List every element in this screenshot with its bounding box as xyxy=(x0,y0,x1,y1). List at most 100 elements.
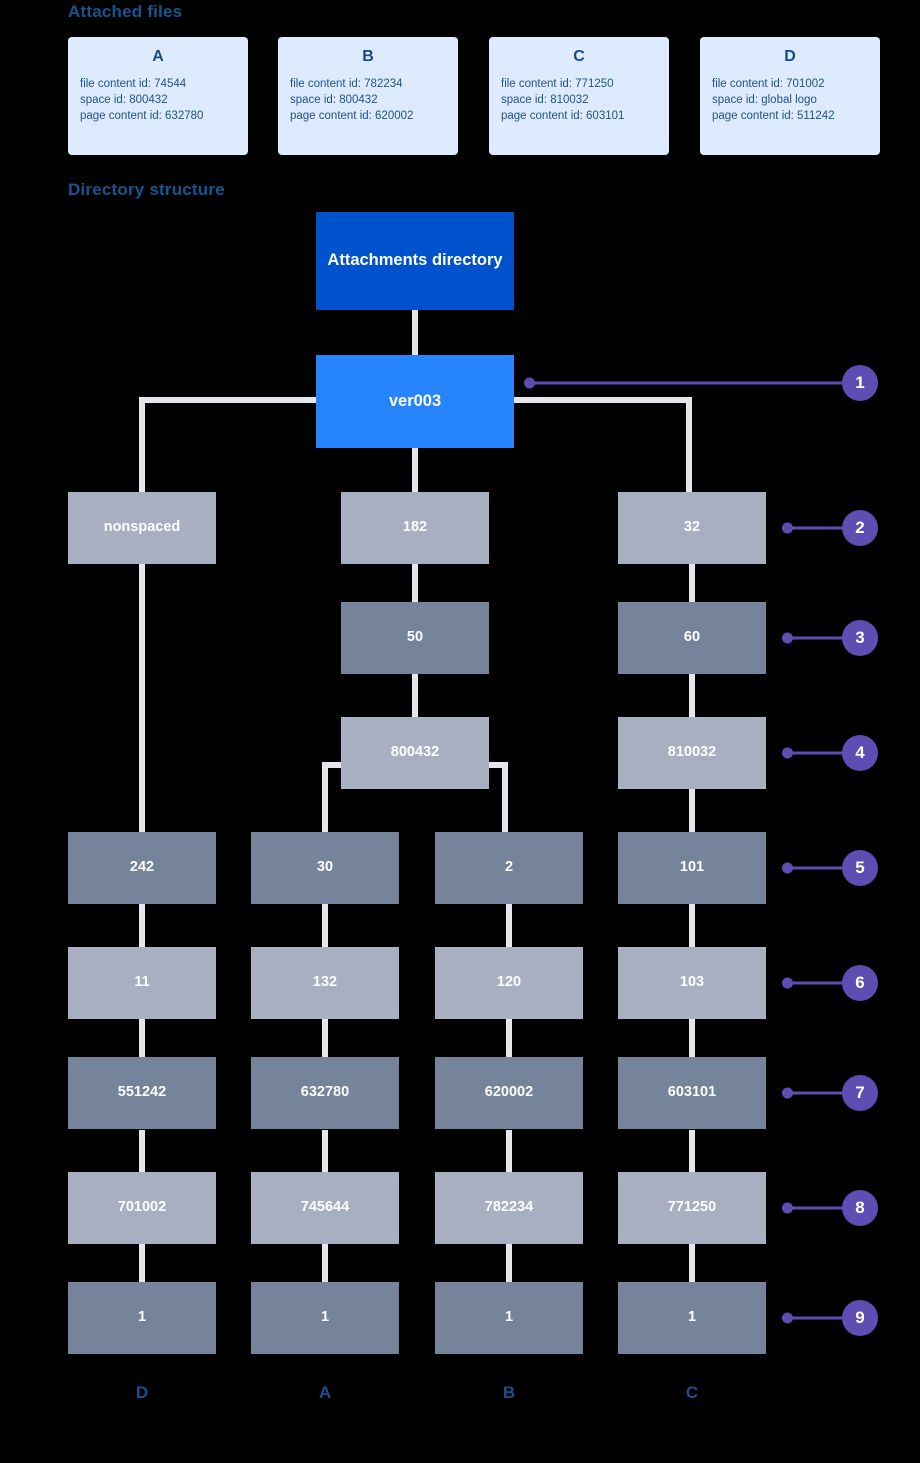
callout-line xyxy=(790,636,844,640)
callout-line xyxy=(790,1206,844,1210)
node-771250[interactable]: 771250 xyxy=(618,1172,766,1244)
node-label: nonspaced xyxy=(103,519,181,536)
node-attachments-directory[interactable]: Attachments directory xyxy=(316,212,514,310)
node-label: 103 xyxy=(679,974,705,991)
callout-badge: 2 xyxy=(842,510,878,546)
node-620002[interactable]: 620002 xyxy=(435,1057,583,1129)
node-182[interactable]: 182 xyxy=(341,492,489,564)
node-label: 1 xyxy=(687,1309,697,1326)
node-745644[interactable]: 745644 xyxy=(251,1172,399,1244)
node-label: 551242 xyxy=(117,1084,167,1101)
node-label: 32 xyxy=(683,519,701,536)
callout-4[interactable]: 4 xyxy=(782,735,878,771)
node-leaf-a[interactable]: 1 xyxy=(251,1282,399,1354)
space-id: space id: global logo xyxy=(712,94,817,106)
node-label: 11 xyxy=(134,974,150,991)
node-242[interactable]: 242 xyxy=(68,832,216,904)
column-label-a: A xyxy=(318,1383,332,1402)
file-card-letter: B xyxy=(362,48,374,65)
callout-8[interactable]: 8 xyxy=(782,1190,878,1226)
node-label: 745644 xyxy=(300,1199,350,1216)
callout-3[interactable]: 3 xyxy=(782,620,878,656)
node-label: 701002 xyxy=(117,1199,167,1216)
callout-5[interactable]: 5 xyxy=(782,850,878,886)
file-card-d: D file content id: 701002 space id: glob… xyxy=(700,37,880,155)
file-content-id: file content id: 782234 xyxy=(290,78,403,90)
node-30[interactable]: 30 xyxy=(251,832,399,904)
node-50[interactable]: 50 xyxy=(341,602,489,674)
file-card-c: C file content id: 771250 space id: 8100… xyxy=(489,37,669,155)
node-132[interactable]: 132 xyxy=(251,947,399,1019)
callout-9[interactable]: 9 xyxy=(782,1300,878,1336)
node-label: 810032 xyxy=(667,744,717,761)
callout-badge: 3 xyxy=(842,620,878,656)
attached-files-heading: Attached files xyxy=(68,2,183,21)
node-632780[interactable]: 632780 xyxy=(251,1057,399,1129)
callout-badge: 8 xyxy=(842,1190,878,1226)
node-label: 782234 xyxy=(484,1199,534,1216)
page-content-id: page content id: 511242 xyxy=(712,110,835,122)
connector-ver-center-v xyxy=(412,446,418,496)
node-label: 1 xyxy=(137,1309,147,1326)
callout-line xyxy=(790,1091,844,1095)
diagram-canvas: Attached files Directory structure A fil… xyxy=(0,0,920,1463)
node-label: 50 xyxy=(406,629,424,646)
callout-line xyxy=(790,751,844,755)
callout-2[interactable]: 2 xyxy=(782,510,878,546)
callout-badge: 4 xyxy=(842,735,878,771)
page-content-id: page content id: 632780 xyxy=(80,110,204,122)
node-32[interactable]: 32 xyxy=(618,492,766,564)
node-label: 1 xyxy=(320,1309,330,1326)
node-782234[interactable]: 782234 xyxy=(435,1172,583,1244)
node-label: 101 xyxy=(679,859,705,876)
callout-line xyxy=(790,526,844,530)
node-label: 632780 xyxy=(300,1084,350,1101)
callout-1[interactable]: 1 xyxy=(524,365,878,401)
node-101[interactable]: 101 xyxy=(618,832,766,904)
node-label: 603101 xyxy=(667,1084,717,1101)
node-nonspaced[interactable]: nonspaced xyxy=(68,492,216,564)
callout-line xyxy=(790,1316,844,1320)
node-103[interactable]: 103 xyxy=(618,947,766,1019)
node-label: 2 xyxy=(504,859,514,876)
node-label: 120 xyxy=(496,974,522,991)
connector-d-2 xyxy=(139,900,145,950)
callout-line xyxy=(532,381,842,385)
connector-c-3 xyxy=(689,785,695,835)
file-content-id: file content id: 74544 xyxy=(80,78,187,90)
callout-badge: 6 xyxy=(842,965,878,1001)
node-leaf-d[interactable]: 1 xyxy=(68,1282,216,1354)
space-id: space id: 800432 xyxy=(80,94,168,106)
file-card-letter: D xyxy=(784,48,796,65)
connector-ver-right-v xyxy=(686,397,692,495)
node-60[interactable]: 60 xyxy=(618,602,766,674)
node-120[interactable]: 120 xyxy=(435,947,583,1019)
node-leaf-b[interactable]: 1 xyxy=(435,1282,583,1354)
node-2[interactable]: 2 xyxy=(435,832,583,904)
node-leaf-c[interactable]: 1 xyxy=(618,1282,766,1354)
connector-a-3 xyxy=(322,900,328,950)
node-810032[interactable]: 810032 xyxy=(618,717,766,789)
callout-6[interactable]: 6 xyxy=(782,965,878,1001)
node-11[interactable]: 11 xyxy=(68,947,216,1019)
file-content-id: file content id: 771250 xyxy=(501,78,614,90)
node-ver003[interactable]: ver003 xyxy=(316,355,514,448)
connector-c-2 xyxy=(689,670,695,720)
page-content-id: page content id: 603101 xyxy=(501,110,625,122)
connector-800432-left-v xyxy=(322,762,328,836)
callout-line xyxy=(790,981,844,985)
node-800432[interactable]: 800432 xyxy=(341,717,489,789)
callout-badge: 9 xyxy=(842,1300,878,1336)
callout-7[interactable]: 7 xyxy=(782,1075,878,1111)
node-label: 242 xyxy=(129,859,155,876)
node-603101[interactable]: 603101 xyxy=(618,1057,766,1129)
directory-structure-heading: Directory structure xyxy=(68,180,225,199)
node-551242[interactable]: 551242 xyxy=(68,1057,216,1129)
connector-ver-left-v xyxy=(139,397,145,495)
node-label: 30 xyxy=(316,859,334,876)
connector-b-1 xyxy=(506,900,512,950)
node-701002[interactable]: 701002 xyxy=(68,1172,216,1244)
file-content-id: file content id: 701002 xyxy=(712,78,825,90)
node-label: ver003 xyxy=(388,391,442,410)
node-label: 132 xyxy=(312,974,338,991)
